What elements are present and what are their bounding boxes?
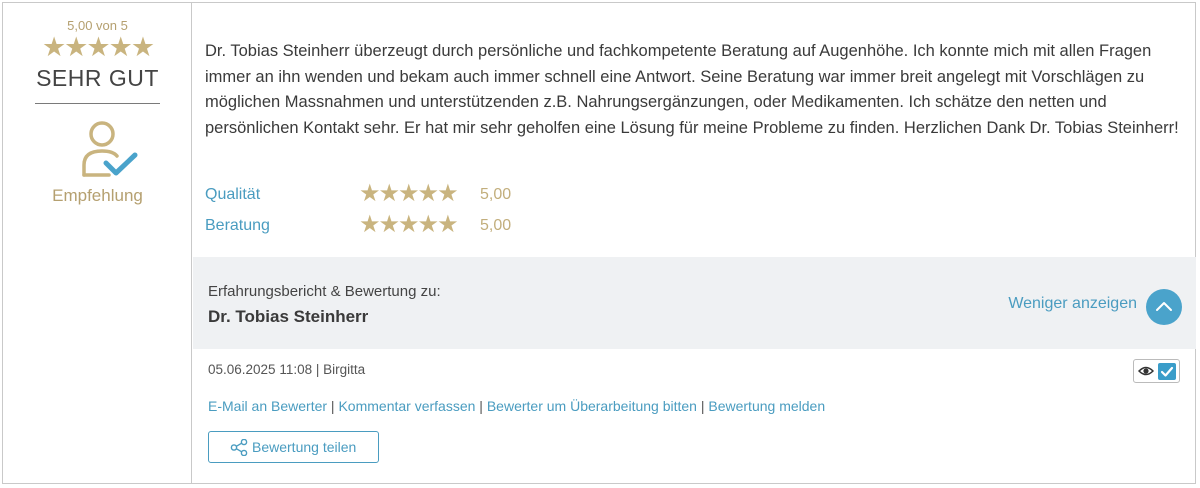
- chevron-up-icon: [1156, 302, 1172, 311]
- review-about-panel: Erfahrungsbericht & Bewertung zu: Dr. To…: [193, 257, 1196, 349]
- star-icon: ★: [86, 32, 110, 62]
- request-revision-link[interactable]: Bewerter um Überarbeitung bitten: [487, 398, 697, 414]
- separator: |: [475, 398, 487, 414]
- separator: |: [327, 398, 339, 414]
- email-reviewer-link[interactable]: E-Mail an Bewerter: [208, 398, 327, 414]
- visibility-checkbox[interactable]: [1158, 363, 1176, 380]
- separator: |: [696, 398, 709, 414]
- rating-stars: ★★★★★: [359, 180, 459, 207]
- doctor-name: Dr. Tobias Steinherr: [208, 307, 369, 326]
- star-icon: ★: [108, 32, 133, 62]
- divider: [35, 103, 160, 104]
- review-text: Dr. Tobias Steinherr überzeugt durch per…: [205, 42, 1179, 137]
- user-check-icon: [79, 118, 139, 180]
- verdict-label: SEHR GUT: [36, 65, 159, 91]
- review-meta: 05.06.2025 11:08 | Birgitta: [208, 362, 366, 377]
- review-actions: E-Mail an Bewerter | Kommentar verfassen…: [208, 398, 825, 414]
- star-icon: ★: [41, 32, 66, 62]
- star-icon: ★: [398, 211, 419, 238]
- rating-value: 5,00: [480, 217, 512, 234]
- about-caption: Erfahrungsbericht & Bewertung zu:: [208, 283, 441, 300]
- star-icon: ★: [378, 180, 400, 207]
- star-icon: ★: [437, 211, 458, 238]
- star-icon: ★: [437, 180, 458, 207]
- review-card: 5,00 von 5 ★★★★★ SEHR GUT Empfehlung Dr.…: [2, 2, 1196, 484]
- overall-score: 5,00 von 5: [67, 18, 128, 33]
- star-icon: ★: [359, 180, 380, 207]
- rating-row-qualitaet: Qualität ★★★★★ 5,00: [205, 180, 605, 208]
- show-less-link[interactable]: Weniger anzeigen: [1008, 295, 1137, 313]
- rating-label: Qualität: [205, 186, 261, 203]
- share-label: Bewertung teilen: [252, 439, 357, 455]
- write-comment-link[interactable]: Kommentar verfassen: [338, 398, 475, 414]
- rating-value: 5,00: [480, 186, 512, 203]
- star-icon: ★: [417, 211, 439, 238]
- share-icon: [230, 439, 248, 456]
- star-icon: ★: [378, 211, 400, 238]
- share-review-button[interactable]: Bewertung teilen: [208, 431, 379, 463]
- star-icon: ★: [417, 180, 439, 207]
- collapse-button[interactable]: [1146, 289, 1182, 325]
- rating-row-beratung: Beratung ★★★★★ 5,00: [205, 211, 605, 239]
- star-icon: ★: [398, 180, 419, 207]
- rating-stars: ★★★★★: [359, 211, 459, 238]
- rating-label: Beratung: [205, 217, 270, 234]
- visibility-control[interactable]: [1133, 359, 1180, 383]
- report-review-link[interactable]: Bewertung melden: [708, 398, 825, 414]
- star-icon: ★: [130, 32, 155, 62]
- star-icon: ★: [359, 211, 380, 238]
- review-content: Dr. Tobias Steinherr überzeugt durch per…: [193, 3, 1196, 483]
- check-icon: [1160, 366, 1174, 377]
- star-icon: ★: [64, 32, 88, 62]
- recommendation-label: Empfehlung: [52, 186, 143, 205]
- eye-icon: [1138, 366, 1154, 376]
- rating-summary-panel: 5,00 von 5 ★★★★★ SEHR GUT Empfehlung: [3, 3, 192, 483]
- overall-stars: ★★★★★: [3, 32, 192, 62]
